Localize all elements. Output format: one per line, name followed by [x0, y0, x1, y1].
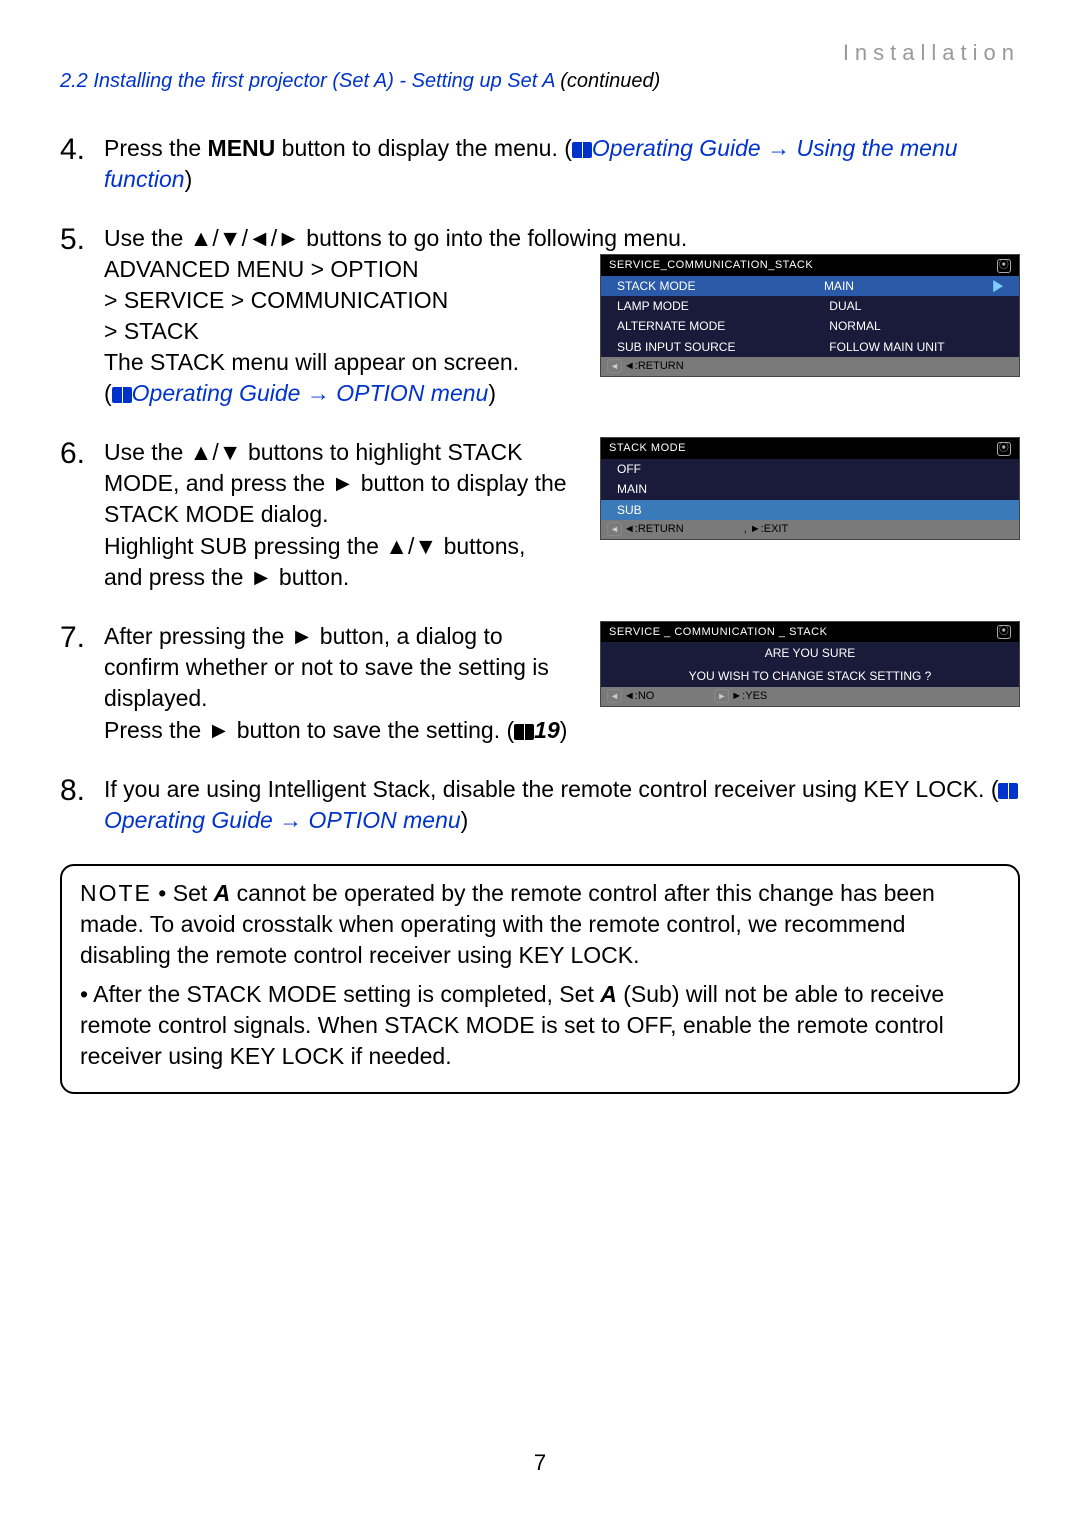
- osd1-footer: ◄◄:RETURN: [601, 357, 1019, 376]
- osd-confirm-dialog: SERVICE _ COMMUNICATION _ STACK ⦿ ARE YO…: [600, 621, 1020, 707]
- step-5-ref-open: (: [104, 380, 112, 406]
- osd2-r1: MAIN: [617, 481, 829, 497]
- step-7-pageref: 19: [534, 717, 560, 743]
- menu-path-3: > STACK: [104, 316, 570, 347]
- note-p2-setA: A: [600, 981, 617, 1007]
- osd1-title: SERVICE_COMMUNICATION_STACK: [609, 258, 813, 273]
- step-7-text1: After pressing the ► button, a dialog to…: [104, 621, 570, 714]
- step-4-number: 4.: [60, 133, 104, 195]
- book-icon: [998, 783, 1018, 799]
- osd1-r0-v: MAIN: [824, 278, 993, 294]
- step-7-number: 7.: [60, 621, 104, 746]
- osd2-title: STACK MODE: [609, 441, 686, 456]
- osd3-footer-a: ◄:NO: [624, 690, 654, 702]
- page-number: 7: [0, 1450, 1080, 1476]
- osd2-row-main: MAIN: [601, 479, 1019, 499]
- note-p2a: • After the STACK MODE setting is comple…: [80, 981, 600, 1007]
- left-key-icon: ◄: [607, 522, 622, 536]
- osd-close-icon: ⦿: [997, 442, 1011, 456]
- step-8-close: ): [461, 807, 469, 833]
- book-icon: [514, 724, 534, 740]
- step-8-text: If you are using Intelligent Stack, disa…: [104, 776, 998, 802]
- header-section-text: 2.2 Installing the first projector (Set …: [60, 70, 555, 92]
- note-p1-setA: A: [214, 880, 231, 906]
- osd2-footer: ◄◄:RETURN , ►:EXIT: [601, 520, 1019, 539]
- osd3-footer-b: ►:YES: [731, 690, 767, 702]
- menu-button-label: MENU: [208, 135, 276, 161]
- osd1-r1-v: DUAL: [829, 298, 1003, 314]
- step-6-text: Use the ▲/▼ buttons to highlight STACK M…: [104, 437, 570, 592]
- osd1-r3-k: SUB INPUT SOURCE: [617, 339, 829, 355]
- step-5: 5. Use the ▲/▼/◄/► buttons to go into th…: [60, 223, 1020, 409]
- book-icon: [112, 387, 132, 403]
- note-p1a: • Set: [152, 880, 214, 906]
- book-icon: [572, 142, 592, 158]
- osd2-footer-b: , ►:EXIT: [744, 523, 789, 535]
- osd-stack-menu: SERVICE_COMMUNICATION_STACK ⦿ STACK MODE…: [600, 254, 1020, 376]
- osd1-footer-a: ◄:RETURN: [624, 360, 684, 372]
- step-5-line1: Use the ▲/▼/◄/► buttons to go into the f…: [104, 223, 1020, 254]
- osd2-row-sub: SUB: [601, 500, 1019, 520]
- osd1-row-subinput: SUB INPUT SOURCE FOLLOW MAIN UNIT: [601, 337, 1019, 357]
- header-continued: (continued): [560, 70, 660, 92]
- step-8-ref: Operating Guide → OPTION menu: [104, 807, 461, 833]
- step-4-pre: Press the: [104, 135, 208, 161]
- header-subsection: 2.2 Installing the first projector (Set …: [60, 70, 1020, 93]
- step-4: 4. Press the MENU button to display the …: [60, 133, 1020, 195]
- osd1-row-lampmode: LAMP MODE DUAL: [601, 296, 1019, 316]
- step-7-text2b: ): [560, 717, 568, 743]
- osd3-line2: YOU WISH TO CHANGE STACK SETTING ?: [601, 665, 1019, 687]
- menu-path-1: ADVANCED MENU > OPTION: [104, 254, 570, 285]
- osd2-footer-a: ◄:RETURN: [624, 523, 684, 535]
- osd1-r2-k: ALTERNATE MODE: [617, 318, 829, 334]
- step-5-ref-close: ): [488, 380, 496, 406]
- osd1-r3-v: FOLLOW MAIN UNIT: [829, 339, 1003, 355]
- step-5-number: 5.: [60, 223, 104, 409]
- step-4-close: ): [185, 166, 193, 192]
- osd2-r2: SUB: [617, 502, 829, 518]
- step-8: 8. If you are using Intelligent Stack, d…: [60, 774, 1020, 836]
- step-5-line2: The STACK menu will appear on screen.: [104, 347, 570, 378]
- osd-close-icon: ⦿: [997, 259, 1011, 273]
- menu-path-2: > SERVICE > COMMUNICATION: [104, 285, 570, 316]
- right-key-icon: ►: [714, 689, 729, 703]
- step-4-post: button to display the menu. (: [275, 135, 572, 161]
- step-8-number: 8.: [60, 774, 104, 836]
- osd1-r1-k: LAMP MODE: [617, 298, 829, 314]
- osd1-row-stackmode: STACK MODE MAIN: [601, 276, 1019, 296]
- step-6-number: 6.: [60, 437, 104, 592]
- left-key-icon: ◄: [607, 689, 622, 703]
- note-box: NOTE • Set A cannot be operated by the r…: [60, 864, 1020, 1094]
- osd3-line1: ARE YOU SURE: [601, 642, 1019, 664]
- osd1-r2-v: NORMAL: [829, 318, 1003, 334]
- osd-close-icon: ⦿: [997, 625, 1011, 639]
- osd3-footer: ◄◄:NO ►►:YES: [601, 687, 1019, 706]
- header-category: Installation: [60, 40, 1020, 66]
- step-5-ref: Operating Guide → OPTION menu: [132, 380, 489, 406]
- osd2-r0: OFF: [617, 461, 829, 477]
- osd1-row-alternate: ALTERNATE MODE NORMAL: [601, 316, 1019, 336]
- left-key-icon: ◄: [607, 359, 622, 373]
- osd3-title: SERVICE _ COMMUNICATION _ STACK: [609, 625, 827, 640]
- osd-stackmode-dialog: STACK MODE ⦿ OFF MAIN SUB ◄◄:RETURN , ►:…: [600, 437, 1020, 539]
- osd1-r0-k: STACK MODE: [617, 278, 824, 294]
- arrow-right-icon: [993, 280, 1003, 292]
- step-6: 6. Use the ▲/▼ buttons to highlight STAC…: [60, 437, 1020, 592]
- step-7: 7. After pressing the ► button, a dialog…: [60, 621, 1020, 746]
- osd2-row-off: OFF: [601, 459, 1019, 479]
- step-7-text2a: Press the ► button to save the setting. …: [104, 717, 514, 743]
- note-lead: NOTE: [80, 880, 152, 906]
